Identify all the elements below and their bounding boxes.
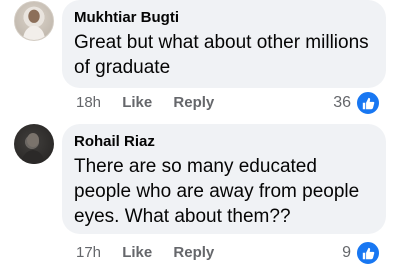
reply-button[interactable]: Reply bbox=[173, 244, 214, 262]
comment-bubble: Rohail Riaz There are so many educated p… bbox=[62, 124, 386, 234]
comment-time[interactable]: 17h bbox=[76, 244, 101, 262]
comment-bubble: Mukhtiar Bugti Great but what about othe… bbox=[62, 0, 386, 88]
comment-actions: 18h Like Reply bbox=[76, 94, 231, 112]
like-button[interactable]: Like bbox=[122, 244, 152, 262]
reaction-count: 36 bbox=[333, 94, 351, 111]
comment-actions: 17h Like Reply bbox=[76, 244, 231, 262]
like-button[interactable]: Like bbox=[122, 94, 152, 112]
comment: Mukhtiar Bugti Great but what about othe… bbox=[0, 0, 407, 120]
comment-author[interactable]: Mukhtiar Bugti bbox=[74, 8, 374, 28]
avatar[interactable] bbox=[14, 124, 54, 164]
comment-text: Great but what about other millions of g… bbox=[74, 32, 369, 78]
comment: Rohail Riaz There are so many educated p… bbox=[0, 120, 407, 268]
reply-button[interactable]: Reply bbox=[173, 94, 214, 112]
comment-author[interactable]: Rohail Riaz bbox=[74, 132, 374, 152]
reaction-summary[interactable]: 36 bbox=[333, 90, 381, 116]
comment-time[interactable]: 18h bbox=[76, 94, 101, 112]
comment-text: There are so many educated people who ar… bbox=[74, 156, 360, 227]
like-icon bbox=[355, 90, 381, 116]
reaction-count: 9 bbox=[342, 244, 351, 261]
avatar[interactable] bbox=[14, 1, 54, 41]
like-icon bbox=[355, 240, 381, 266]
reaction-summary[interactable]: 9 bbox=[342, 240, 381, 266]
